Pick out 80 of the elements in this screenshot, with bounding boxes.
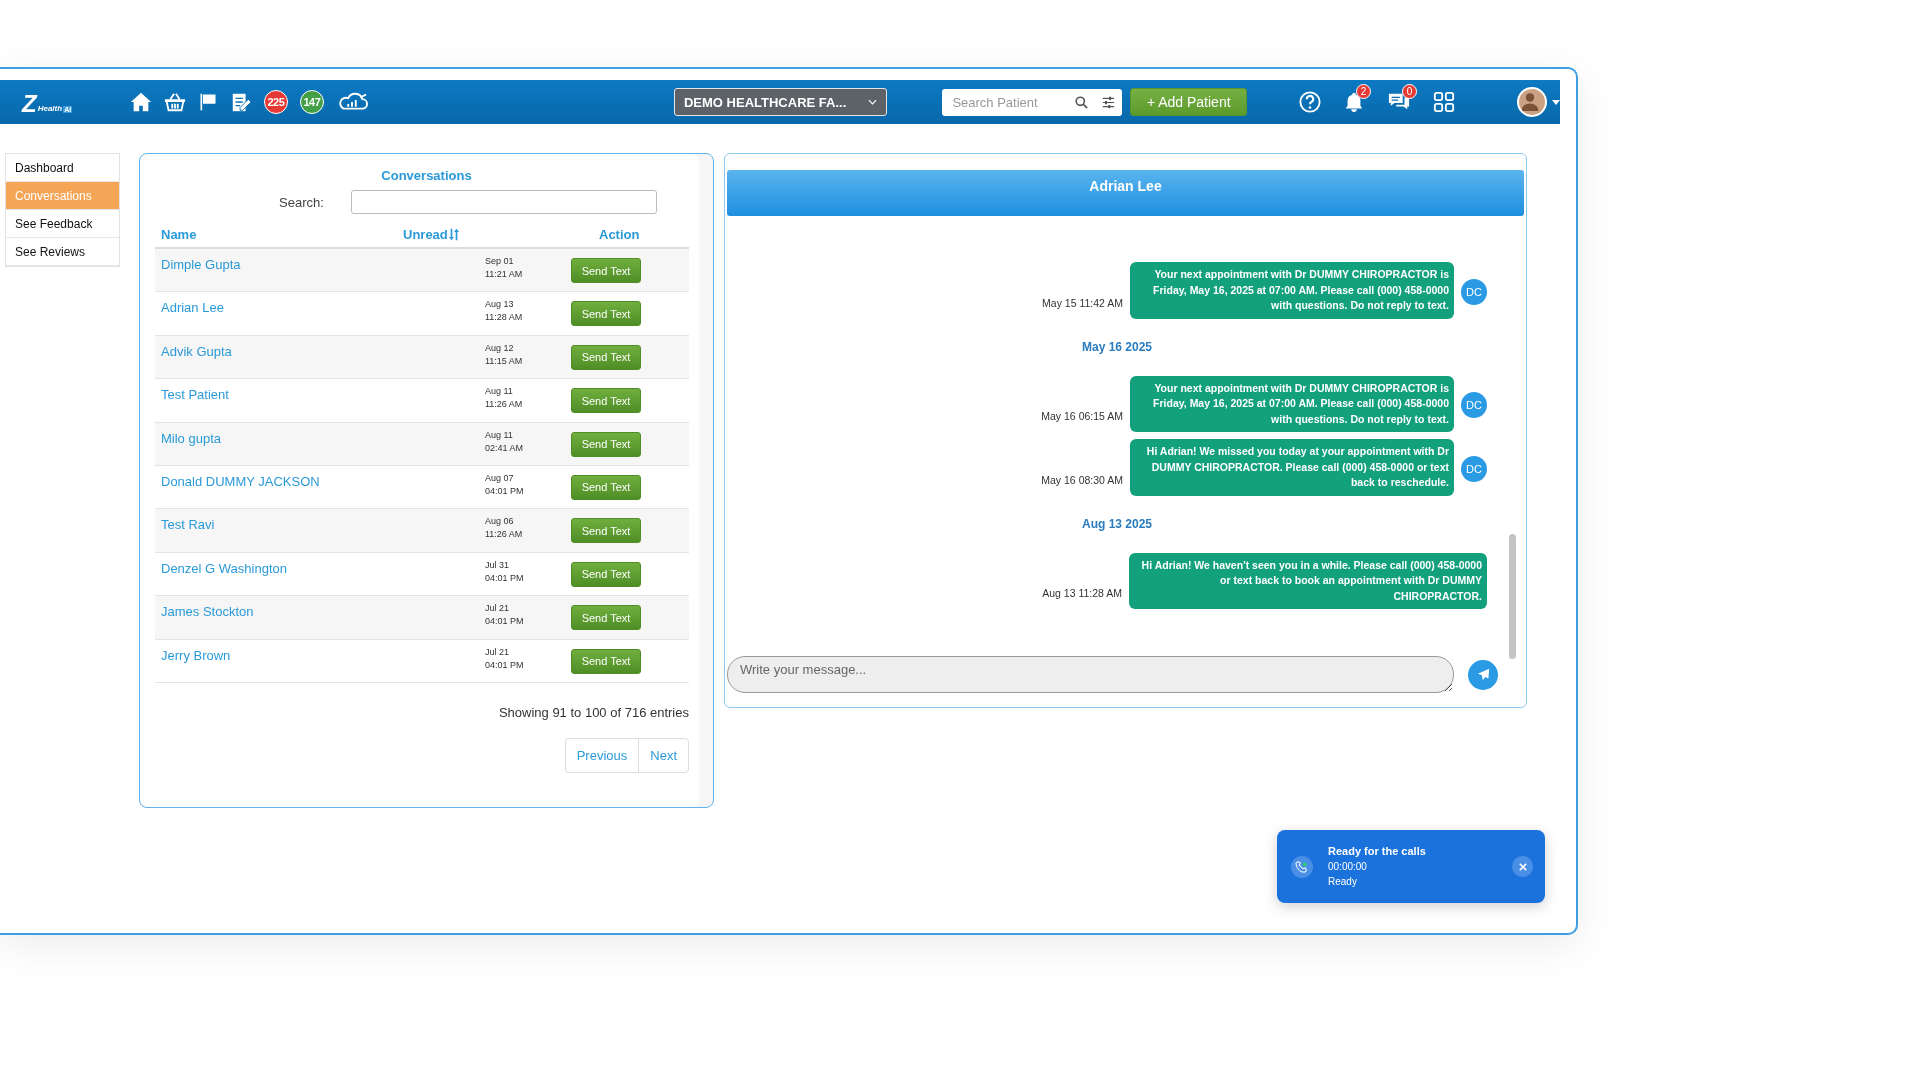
search-field[interactable]: Search Patient xyxy=(942,88,1069,116)
send-text-button[interactable]: Send Text xyxy=(571,258,641,283)
message-time: Aug 13 11:28 AM xyxy=(1042,587,1122,599)
avatar[interactable] xyxy=(1517,87,1548,117)
notification-badge: 2 xyxy=(1356,84,1372,99)
send-text-button[interactable]: Send Text xyxy=(571,648,641,674)
timestamp: Aug 13 11:28 AM xyxy=(485,298,524,325)
home-icon[interactable] xyxy=(129,91,152,113)
send-text-button[interactable]: Send Text xyxy=(571,301,641,327)
count-badge[interactable]: 225 xyxy=(263,90,288,114)
patient-name-link[interactable]: Dimple Gupta xyxy=(161,257,241,272)
search-field[interactable] xyxy=(351,190,657,214)
toast-title: Ready for the calls xyxy=(1328,844,1427,859)
date-divider: Aug 13 2025 xyxy=(1081,516,1152,531)
call-timer: 00:00:00 xyxy=(1328,860,1368,874)
message-field[interactable]: Write your message... xyxy=(727,656,1454,693)
patient-name-link[interactable]: Donald DUMMY JACKSON xyxy=(161,473,320,489)
message-badge: 0 xyxy=(1402,84,1418,99)
message-bubble: Hi Adrian! We haven't seen you in a while. Please call (000) 458-0000 or text back to book an appointment with Dr DUMMY CHIROPRACTOR. xyxy=(1129,552,1487,609)
next-button[interactable]: Next xyxy=(638,737,689,773)
message-time: May 16 08:30 AM xyxy=(1041,473,1123,486)
help-icon[interactable] xyxy=(1299,91,1322,113)
timestamp: Aug 12 11:15 AM xyxy=(485,341,524,368)
chat-header: Adrian Lee xyxy=(727,170,1524,216)
date-divider: May 16 2025 xyxy=(1081,339,1153,354)
call-status: Ready xyxy=(1328,875,1358,889)
send-text-button[interactable]: Send Text xyxy=(571,344,641,370)
panel-title: Conversations xyxy=(380,168,473,184)
message-bubble: Hi Adrian! We missed you today at your appointment with Dr DUMMY CHIROPRACTOR. Please call (000) 458-0000 or text back to reschedule. xyxy=(1130,439,1454,496)
count-badge[interactable]: 147 xyxy=(299,90,324,114)
patient-name-link[interactable]: Test Ravi xyxy=(161,517,215,533)
column-header: Action xyxy=(598,227,641,242)
sidebar-item[interactable]: Conversations xyxy=(6,182,119,210)
timestamp: Sep 01 11:21 AM xyxy=(485,255,524,281)
send-button[interactable] xyxy=(1468,659,1498,690)
close-button[interactable] xyxy=(1512,856,1533,877)
add-patient-button[interactable]: + Add Patient xyxy=(1130,88,1248,116)
patient-name-link[interactable]: Denzel G Washington xyxy=(161,560,287,576)
message-bubble: Your next appointment with Dr DUMMY CHIROPRACTOR is Friday, May 16, 2025 at 07:00 AM. Please call (000) 458-0000 with questions. Do not reply to text. xyxy=(1130,375,1454,432)
scrollbar-thumb[interactable] xyxy=(1509,534,1516,659)
patient-name-link[interactable]: Advik Gupta xyxy=(161,343,232,359)
column-header: Name xyxy=(161,227,198,242)
caret-icon xyxy=(868,99,878,105)
facility-dropdown[interactable]: DEMO HEALTHCARE FA... xyxy=(673,88,888,116)
send-text-button[interactable]: Send Text xyxy=(571,605,641,631)
grid-icon[interactable] xyxy=(1433,91,1456,113)
column-header[interactable]: Unread xyxy=(403,227,448,242)
sender-avatar: DC xyxy=(1461,392,1487,418)
send-text-button[interactable]: Send Text xyxy=(571,388,641,414)
patient-name-link[interactable]: Jerry Brown xyxy=(161,647,231,663)
send-text-button[interactable]: Send Text xyxy=(571,561,641,587)
close-icon xyxy=(1518,862,1527,871)
search-label: Search: xyxy=(279,194,325,210)
patient-name-link[interactable]: Adrian Lee xyxy=(161,300,224,316)
timestamp: Jul 21 04:01 PM xyxy=(485,602,525,629)
timestamp: Aug 11 02:41 AM xyxy=(485,428,525,455)
send-text-button[interactable]: Send Text xyxy=(571,518,641,544)
phone-icon xyxy=(1295,859,1309,874)
patient-name-link[interactable]: Test Patient xyxy=(161,387,229,403)
send-icon xyxy=(1476,668,1490,681)
previous-button[interactable]: Previous xyxy=(564,737,639,773)
message-bubble: Your next appointment with Dr DUMMY CHIROPRACTOR is Friday, May 16, 2025 at 07:00 AM. Please call (000) 458-0000 with questions. Do not reply to text. xyxy=(1130,262,1454,319)
caret-icon[interactable] xyxy=(1552,99,1560,105)
entries-summary: Showing 91 to 100 of 716 entries xyxy=(497,704,689,720)
timestamp: Aug 11 11:26 AM xyxy=(485,385,524,412)
message-time: May 16 06:15 AM xyxy=(1041,410,1123,422)
sort-icon[interactable] xyxy=(448,228,459,241)
send-text-button[interactable]: Send Text xyxy=(571,474,641,500)
send-text-button[interactable]: Send Text xyxy=(571,431,641,457)
patient-name-link[interactable]: James Stockton xyxy=(161,604,254,620)
basket-icon[interactable] xyxy=(163,91,186,113)
filter-icon[interactable] xyxy=(1095,88,1123,116)
timestamp: Aug 06 11:26 AM xyxy=(485,515,524,542)
sender-avatar: DC xyxy=(1461,455,1487,482)
message-time: May 15 11:42 AM xyxy=(1042,296,1123,309)
timestamp: Jul 21 04:01 PM xyxy=(485,645,525,672)
timestamp: Aug 07 04:01 PM xyxy=(485,471,525,498)
sender-avatar: DC xyxy=(1461,278,1487,305)
timestamp: Jul 31 04:01 PM xyxy=(485,558,525,585)
patient-name-link[interactable]: Milo gupta xyxy=(161,430,221,446)
